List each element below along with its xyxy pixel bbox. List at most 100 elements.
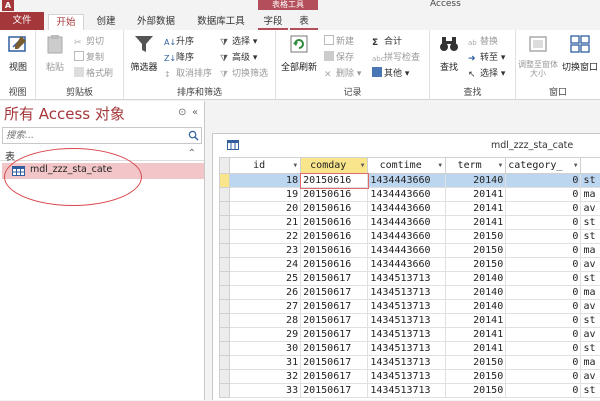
table-cell[interactable]: 1434443660 (368, 230, 446, 244)
refresh-all-button[interactable]: 全部刷新 (278, 33, 320, 73)
table-row[interactable]: 28201506171434513713201410st (220, 314, 600, 328)
row-selector[interactable] (220, 328, 230, 342)
table-cell[interactable]: st (581, 314, 600, 328)
copy-button[interactable]: 复制 (74, 51, 104, 65)
tab-external-data[interactable]: 外部数据 (128, 14, 184, 30)
table-cell[interactable]: 20141 (445, 188, 505, 202)
filter-button[interactable]: 筛选器 (128, 33, 160, 73)
view-button[interactable]: 视图 (4, 33, 32, 73)
table-cell[interactable]: 0 (506, 216, 581, 230)
table-cell[interactable]: 20150 (445, 384, 505, 398)
table-cell[interactable]: 20150617 (301, 370, 368, 384)
table-row[interactable]: 33201506171434513713201500st (220, 384, 600, 398)
table-cell[interactable]: 20150616 (301, 230, 368, 244)
row-selector[interactable] (220, 272, 230, 286)
table-cell[interactable]: 0 (506, 384, 581, 398)
column-header-id[interactable]: id▼ (230, 158, 301, 174)
table-cell[interactable]: st (581, 174, 600, 188)
column-header-comtime[interactable]: comtime▼ (368, 158, 446, 174)
column-header-comday[interactable]: comday▼ (301, 158, 368, 174)
table-row[interactable]: 30201506171434513713201410st (220, 342, 600, 356)
table-cell[interactable]: 20150 (445, 244, 505, 258)
row-selector[interactable] (220, 258, 230, 272)
switch-windows-button[interactable]: 切换窗口 (560, 33, 600, 73)
nav-pane-title[interactable]: 所有 Access 对象 (4, 103, 125, 124)
table-cell[interactable]: 0 (506, 370, 581, 384)
table-cell[interactable]: 20150617 (301, 328, 368, 342)
dropdown-arrow-icon[interactable]: ▼ (499, 162, 503, 169)
table-cell[interactable]: 0 (506, 272, 581, 286)
table-cell[interactable]: 0 (506, 230, 581, 244)
table-row[interactable]: 31201506171434513713201500ma (220, 356, 600, 370)
remove-sort-button[interactable]: ↕取消排序 (164, 67, 212, 81)
sort-ascending-button[interactable]: A↓升序 (164, 35, 194, 49)
table-cell[interactable]: 31 (230, 356, 301, 370)
table-cell[interactable]: 24 (230, 258, 301, 272)
table-cell[interactable]: 20141 (445, 216, 505, 230)
table-cell[interactable]: 20150 (445, 230, 505, 244)
table-cell[interactable]: 19 (230, 188, 301, 202)
datasheet-tab[interactable]: mdl_zzz_sta_cate (213, 134, 600, 156)
table-cell[interactable]: 20150616 (301, 244, 368, 258)
row-selector[interactable] (220, 202, 230, 216)
replace-button[interactable]: ab替换 (468, 35, 498, 49)
table-cell[interactable]: 20150616 (301, 202, 368, 216)
table-cell[interactable]: 1434443660 (368, 258, 446, 272)
table-cell[interactable]: 22 (230, 230, 301, 244)
table-cell[interactable]: 1434443660 (368, 188, 446, 202)
table-cell[interactable]: 20150617 (301, 384, 368, 398)
dropdown-arrow-icon[interactable]: ▼ (293, 162, 297, 169)
table-cell[interactable]: 20150616 (301, 174, 368, 188)
table-cell[interactable]: st (581, 230, 600, 244)
table-cell[interactable]: 0 (506, 328, 581, 342)
delete-record-button[interactable]: ✕删除 ▾ (324, 67, 361, 81)
table-cell[interactable]: 1434443660 (368, 216, 446, 230)
table-cell[interactable]: av (581, 328, 600, 342)
table-cell[interactable]: av (581, 370, 600, 384)
row-selector[interactable] (220, 230, 230, 244)
table-row[interactable]: 29201506171434513713201410av (220, 328, 600, 342)
tab-home[interactable]: 开始 (48, 14, 84, 30)
table-cell[interactable]: 18 (230, 174, 301, 188)
table-cell[interactable]: 20150617 (301, 314, 368, 328)
table-cell[interactable]: 20140 (445, 300, 505, 314)
tab-table[interactable]: 表 (290, 14, 318, 30)
format-painter-button[interactable]: 格式刷 (74, 67, 113, 81)
dropdown-arrow-icon[interactable]: ▼ (361, 162, 365, 169)
table-cell[interactable]: 0 (506, 286, 581, 300)
cut-button[interactable]: ✂剪切 (74, 35, 104, 49)
tab-database-tools[interactable]: 数据库工具 (188, 14, 254, 30)
table-cell[interactable]: 20141 (445, 342, 505, 356)
table-cell[interactable]: 20140 (445, 272, 505, 286)
table-cell[interactable]: 20141 (445, 202, 505, 216)
new-record-button[interactable]: 新建 (324, 35, 354, 49)
row-selector[interactable] (220, 286, 230, 300)
table-cell[interactable]: 20150617 (301, 272, 368, 286)
row-selector[interactable] (220, 174, 230, 188)
table-cell[interactable]: 20150 (445, 258, 505, 272)
table-cell[interactable]: 0 (506, 300, 581, 314)
table-cell[interactable]: 20141 (445, 328, 505, 342)
table-cell[interactable]: 30 (230, 342, 301, 356)
table-row[interactable]: 18201506161434443660201400st (220, 174, 600, 188)
table-cell[interactable]: 0 (506, 188, 581, 202)
select-all-corner[interactable] (220, 158, 230, 174)
table-row[interactable]: 21201506161434443660201410st (220, 216, 600, 230)
row-selector[interactable] (220, 356, 230, 370)
table-cell[interactable]: ma (581, 244, 600, 258)
nav-search-input[interactable] (3, 128, 183, 143)
tab-fields[interactable]: 字段 (258, 14, 288, 30)
select-button[interactable]: ↖选择 ▾ (468, 67, 505, 81)
table-row[interactable]: 27201506171434513713201400av (220, 300, 600, 314)
table-cell[interactable]: st (581, 272, 600, 286)
table-row[interactable]: 23201506161434443660201500ma (220, 244, 600, 258)
row-selector[interactable] (220, 244, 230, 258)
table-cell[interactable]: 1434513713 (368, 370, 446, 384)
table-cell[interactable]: 32 (230, 370, 301, 384)
tab-file[interactable]: 文件 (0, 12, 44, 30)
column-header-term[interactable]: term▼ (445, 158, 505, 174)
table-cell[interactable]: 20150617 (301, 342, 368, 356)
row-selector[interactable] (220, 188, 230, 202)
table-cell[interactable]: 0 (506, 258, 581, 272)
collapse-chevron-icon[interactable]: ⌃ (188, 148, 196, 159)
